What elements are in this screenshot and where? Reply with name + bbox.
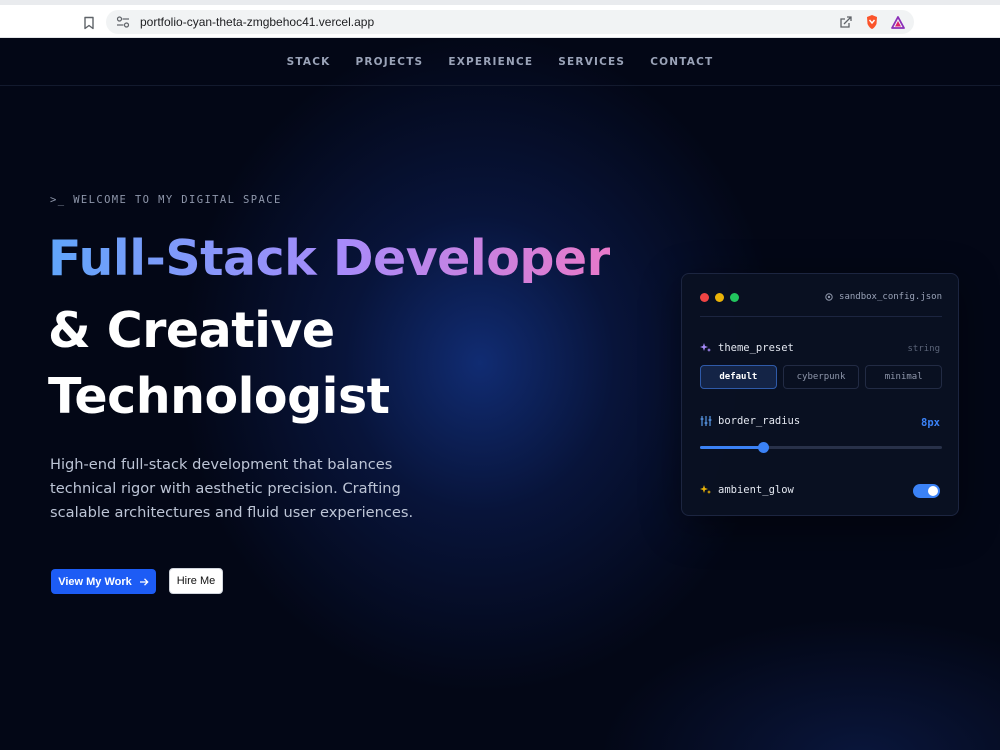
ambient-glow-toggle[interactable]: [913, 484, 940, 498]
theme-preset-selector: default cyberpunk minimal: [700, 365, 943, 389]
tab-strip: [0, 0, 1000, 5]
bookmark-icon[interactable]: [78, 12, 100, 34]
border-radius-value: 8px: [921, 417, 940, 429]
sparkles-icon: [700, 343, 711, 352]
eyebrow-text: WELCOME TO MY DIGITAL SPACE: [73, 194, 282, 206]
hero-description: High-end full-stack development that bal…: [50, 456, 414, 521]
gear-icon: [825, 293, 833, 301]
site-info-icon[interactable]: [112, 11, 134, 33]
brave-rewards-icon[interactable]: [888, 12, 908, 32]
theme-option-default[interactable]: default: [700, 365, 777, 389]
brave-shield-icon[interactable]: [862, 12, 882, 32]
share-icon[interactable]: [836, 12, 856, 32]
hire-me-button[interactable]: Hire Me: [169, 568, 223, 594]
theme-type-hint: string: [907, 344, 940, 354]
window-close-dot: [700, 293, 709, 302]
slider-thumb[interactable]: [757, 442, 769, 453]
nav-stack[interactable]: STACK: [287, 56, 331, 68]
terminal-prompt-icon: >_: [50, 194, 66, 206]
theme-option-cyberpunk[interactable]: cyberpunk: [782, 365, 860, 389]
theme-option-minimal[interactable]: minimal: [865, 365, 943, 389]
toggle-knob: [928, 486, 938, 496]
sandbox-config-panel: sandbox_config.json theme_preset string …: [681, 273, 959, 516]
browser-toolbar: portfolio-cyan-theta-zmgbehoc41.vercel.a…: [0, 0, 1000, 38]
sliders-icon: [700, 416, 712, 426]
view-my-work-label: View My Work: [58, 575, 132, 588]
border-radius-slider[interactable]: [700, 442, 942, 453]
panel-filename: sandbox_config.json: [824, 292, 942, 302]
nav-experience[interactable]: EXPERIENCE: [448, 56, 533, 68]
ambient-glow-label: ambient_glow: [700, 484, 794, 496]
window-minimize-dot: [715, 293, 724, 302]
url-text[interactable]: portfolio-cyan-theta-zmgbehoc41.vercel.a…: [140, 15, 374, 29]
view-my-work-button[interactable]: View My Work: [51, 569, 156, 594]
panel-header: sandbox_config.json: [700, 292, 942, 317]
arrow-right-icon: [139, 577, 149, 586]
hero-title-line-2: & Creative: [48, 302, 335, 359]
sparkles-icon: [700, 485, 711, 494]
page-viewport: STACK PROJECTS EXPERIENCE SERVICES CONTA…: [0, 38, 1000, 750]
theme-preset-label: theme_preset: [700, 342, 794, 354]
nav-contact[interactable]: CONTACT: [650, 56, 713, 68]
hero-title-line-3: Technologist: [48, 368, 390, 425]
nav-projects[interactable]: PROJECTS: [356, 56, 424, 68]
window-maximize-dot: [730, 293, 739, 302]
nav-services[interactable]: SERVICES: [558, 56, 625, 68]
slider-fill: [700, 446, 763, 449]
address-bar[interactable]: portfolio-cyan-theta-zmgbehoc41.vercel.a…: [106, 10, 914, 34]
hero-title-line-1: Full-Stack Developer: [48, 230, 611, 287]
border-radius-label: border_radius: [700, 415, 800, 427]
hero-eyebrow: >_ WELCOME TO MY DIGITAL SPACE: [50, 194, 282, 206]
top-nav: STACK PROJECTS EXPERIENCE SERVICES CONTA…: [0, 38, 1000, 86]
filename-text: sandbox_config.json: [839, 292, 942, 302]
